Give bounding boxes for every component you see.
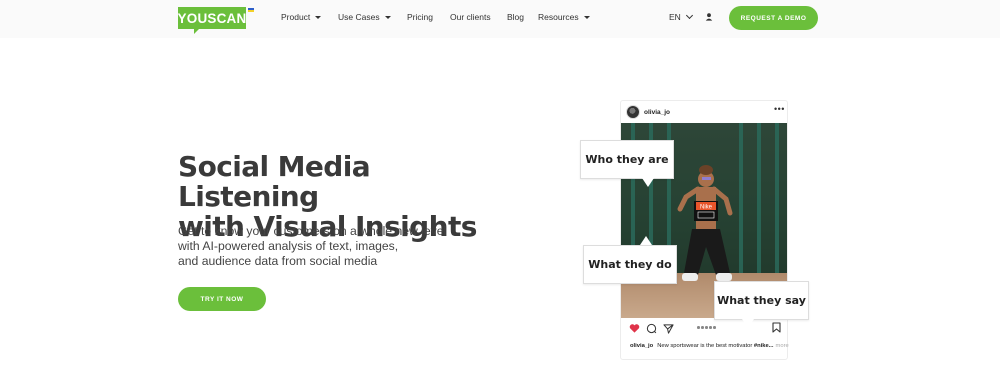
youscan-logo[interactable]: YOUSCAN bbox=[178, 7, 246, 29]
nav-our-clients-label: Our clients bbox=[450, 12, 491, 22]
nav-blog-label: Blog bbox=[507, 12, 525, 22]
bubble-what-they-do: What they do bbox=[583, 245, 677, 284]
caret-down-icon bbox=[583, 15, 590, 19]
nav-product[interactable]: Product bbox=[281, 12, 322, 22]
athlete-figure: Nike bbox=[677, 165, 733, 281]
nav-pricing-label: Pricing bbox=[407, 12, 433, 22]
nav-pricing[interactable]: Pricing bbox=[407, 12, 433, 22]
language-selector[interactable]: EN bbox=[669, 11, 693, 22]
caption-username[interactable]: olivia_jo bbox=[630, 343, 653, 349]
hero-subtitle-line-1: Get to know your customers on a whole ne… bbox=[178, 224, 447, 238]
post-caption: olivia_jo New sportswear is the best moti… bbox=[630, 343, 789, 349]
bubble-tail bbox=[742, 319, 754, 328]
nav-resources[interactable]: Resources bbox=[538, 12, 590, 22]
heart-icon[interactable] bbox=[629, 323, 640, 334]
avatar bbox=[626, 105, 640, 119]
shirt-label: Nike bbox=[700, 205, 713, 211]
ukraine-flag-icon bbox=[248, 8, 254, 12]
hero-subtitle-line-2: with AI-powered analysis of text, images… bbox=[178, 239, 399, 253]
try-it-now-button[interactable]: TRY IT NOW bbox=[178, 287, 266, 311]
carousel-indicator bbox=[697, 326, 717, 329]
bubble-who-they-are: Who they are bbox=[580, 140, 674, 179]
post-actions bbox=[629, 322, 680, 334]
share-icon[interactable] bbox=[663, 323, 674, 334]
nav-use-cases-label: Use Cases bbox=[338, 12, 380, 22]
bookmark-icon[interactable] bbox=[772, 322, 781, 333]
hero-subtitle: Get to know your customers on a whole ne… bbox=[178, 224, 478, 269]
caption-more-link[interactable]: more bbox=[776, 343, 789, 349]
request-demo-button[interactable]: REQUEST A DEMO bbox=[729, 6, 818, 30]
user-icon[interactable] bbox=[704, 12, 714, 22]
nav-product-label: Product bbox=[281, 12, 311, 22]
site-header: YOUSCAN Product Use Cases Pricing Our cl… bbox=[0, 0, 1000, 38]
nav-our-clients[interactable]: Our clients bbox=[450, 12, 491, 22]
post-username: olivia_jo bbox=[644, 109, 671, 116]
nav-blog[interactable]: Blog bbox=[507, 12, 524, 22]
bubble-tail bbox=[640, 236, 652, 245]
more-options-icon: ••• bbox=[774, 104, 785, 114]
caption-hashtag[interactable]: #nike... bbox=[754, 343, 774, 349]
comment-icon[interactable] bbox=[646, 323, 657, 334]
nav-use-cases[interactable]: Use Cases bbox=[338, 12, 391, 22]
logo-tail bbox=[194, 28, 200, 34]
bubble-what-they-say: What they say bbox=[714, 281, 809, 320]
hero-title-line-1: Social Media Listening bbox=[178, 150, 371, 213]
nav-resources-label: Resources bbox=[538, 12, 579, 22]
caret-down-icon bbox=[384, 15, 391, 19]
caret-down-icon bbox=[315, 15, 322, 19]
chevron-down-icon bbox=[685, 11, 693, 20]
bubble-tail bbox=[642, 178, 654, 187]
language-label: EN bbox=[669, 12, 681, 22]
hero-subtitle-line-3: and audience data from social media bbox=[178, 254, 378, 268]
caption-text: New sportswear is the best motivator bbox=[657, 343, 753, 349]
